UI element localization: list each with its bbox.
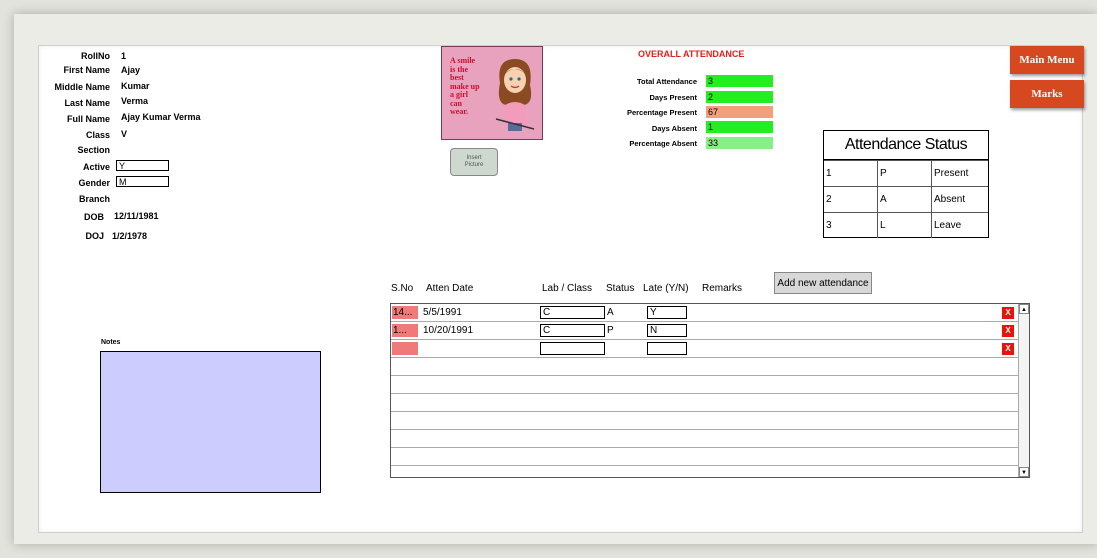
- grid-scrollbar[interactable]: ▲ ▼: [1018, 304, 1029, 477]
- legend-row: 3 L Leave: [824, 212, 988, 238]
- stat-label: Percentage Absent: [629, 139, 697, 148]
- sno-cell[interactable]: 14...: [392, 306, 418, 319]
- status-cell[interactable]: A: [607, 306, 614, 319]
- header-late: Late (Y/N): [643, 283, 689, 294]
- insert-picture-label: Insert: [466, 155, 482, 161]
- insert-picture-label: Picture: [464, 162, 484, 168]
- overall-attendance-title: OVERALL ATTENDANCE: [638, 49, 745, 59]
- doj-value: 1/2/1978: [112, 231, 148, 241]
- stat-value-percent-absent: 33: [706, 137, 773, 149]
- legend-text: Absent: [934, 194, 966, 205]
- main-menu-button[interactable]: Main Menu: [1010, 46, 1084, 74]
- middle-name-label: Middle Name: [54, 82, 110, 92]
- empty-row: [391, 412, 1019, 430]
- first-name-value: Ajay: [121, 65, 141, 75]
- late-input[interactable]: [647, 342, 687, 355]
- first-name-label: First Name: [63, 65, 110, 75]
- table-row: 14... 5/5/1991 C A Y X: [391, 304, 1019, 322]
- table-row: 1... 10/20/1991 C P N X: [391, 322, 1019, 340]
- late-input[interactable]: Y: [647, 306, 687, 319]
- section-label: Section: [77, 145, 110, 155]
- photo-quote: A smile is the best make up a girl can w…: [450, 56, 490, 117]
- rollno-value: 1: [121, 51, 127, 61]
- rollno-label: RollNo: [81, 51, 110, 61]
- empty-row: [391, 448, 1019, 466]
- stat-value-total: 3: [706, 75, 773, 87]
- header-status: Status: [606, 283, 635, 294]
- gender-input[interactable]: M: [116, 176, 169, 187]
- empty-row: [391, 430, 1019, 448]
- lab-class-input[interactable]: C: [540, 324, 605, 337]
- attendance-grid[interactable]: 14... 5/5/1991 C A Y X 1... 10/20/1991 C…: [390, 303, 1030, 478]
- active-label: Active: [82, 162, 110, 172]
- lab-class-input[interactable]: [540, 342, 605, 355]
- date-cell[interactable]: 5/5/1991: [423, 306, 462, 319]
- gender-label: Gender: [78, 178, 110, 188]
- status-cell[interactable]: P: [607, 324, 614, 337]
- date-cell[interactable]: 10/20/1991: [423, 324, 473, 337]
- branch-label: Branch: [78, 194, 110, 204]
- sno-cell[interactable]: 1...: [392, 324, 418, 337]
- full-name-value: Ajay Kumar Verma: [121, 112, 201, 122]
- student-photo: A smile is the best make up a girl can w…: [441, 46, 543, 140]
- legend-code: P: [878, 161, 932, 186]
- legend-number: 1: [824, 161, 878, 186]
- scroll-up-icon[interactable]: ▲: [1019, 304, 1029, 314]
- empty-row: [391, 358, 1019, 376]
- class-value: V: [121, 129, 128, 139]
- doj-label: DOJ: [85, 231, 104, 241]
- stat-value-present: 2: [706, 91, 773, 103]
- middle-name-value: Kumar: [121, 81, 150, 91]
- notes-textarea[interactable]: [100, 351, 321, 493]
- delete-row-button[interactable]: X: [1002, 343, 1014, 355]
- add-new-attendance-button[interactable]: Add new attendance: [774, 272, 872, 294]
- class-label: Class: [85, 130, 110, 140]
- legend-text: Leave: [934, 220, 962, 231]
- stat-label: Total Attendance: [636, 77, 697, 86]
- header-remarks: Remarks: [702, 283, 743, 294]
- legend-row: 1 P Present: [824, 160, 988, 186]
- attendance-status-legend: Attendance Status 1 P Present 2 A Absent…: [823, 130, 989, 238]
- cartoon-girl-icon: [495, 59, 535, 131]
- full-name-label: Full Name: [66, 114, 110, 124]
- stat-label: Percentage Present: [626, 108, 697, 117]
- insert-picture-button[interactable]: Insert Picture: [450, 148, 498, 176]
- quote-line: wear.: [450, 107, 469, 116]
- legend-row: 2 A Absent: [824, 186, 988, 212]
- legend-code: L: [878, 213, 932, 238]
- empty-row: [391, 376, 1019, 394]
- delete-row-button[interactable]: X: [1002, 307, 1014, 319]
- late-input[interactable]: N: [647, 324, 687, 337]
- marks-button[interactable]: Marks: [1010, 80, 1084, 108]
- header-atten-date: Atten Date: [426, 283, 474, 294]
- delete-row-button[interactable]: X: [1002, 325, 1014, 337]
- legend-text: Present: [934, 168, 969, 179]
- sno-cell[interactable]: [392, 342, 418, 355]
- header-lab-class: Lab / Class: [542, 283, 593, 294]
- empty-row: [391, 394, 1019, 412]
- stat-value-percent-present: 67: [706, 106, 773, 118]
- active-input[interactable]: Y: [116, 160, 169, 171]
- scroll-down-icon[interactable]: ▼: [1019, 467, 1029, 477]
- last-name-value: Verma: [121, 96, 149, 106]
- legend-number: 3: [824, 213, 878, 238]
- legend-code: A: [878, 187, 932, 212]
- header-sno: S.No: [391, 283, 414, 294]
- dob-label: DOB: [84, 212, 104, 222]
- table-row: X: [391, 340, 1019, 358]
- stat-label: Days Present: [649, 93, 697, 102]
- legend-title: Attendance Status: [824, 131, 988, 160]
- lab-class-input[interactable]: C: [540, 306, 605, 319]
- stat-value-absent: 1: [706, 121, 773, 133]
- notes-label: Notes: [101, 339, 121, 346]
- dob-value: 12/11/1981: [114, 211, 159, 221]
- legend-number: 2: [824, 187, 878, 212]
- stat-label: Days Absent: [651, 124, 697, 133]
- last-name-label: Last Name: [64, 98, 110, 108]
